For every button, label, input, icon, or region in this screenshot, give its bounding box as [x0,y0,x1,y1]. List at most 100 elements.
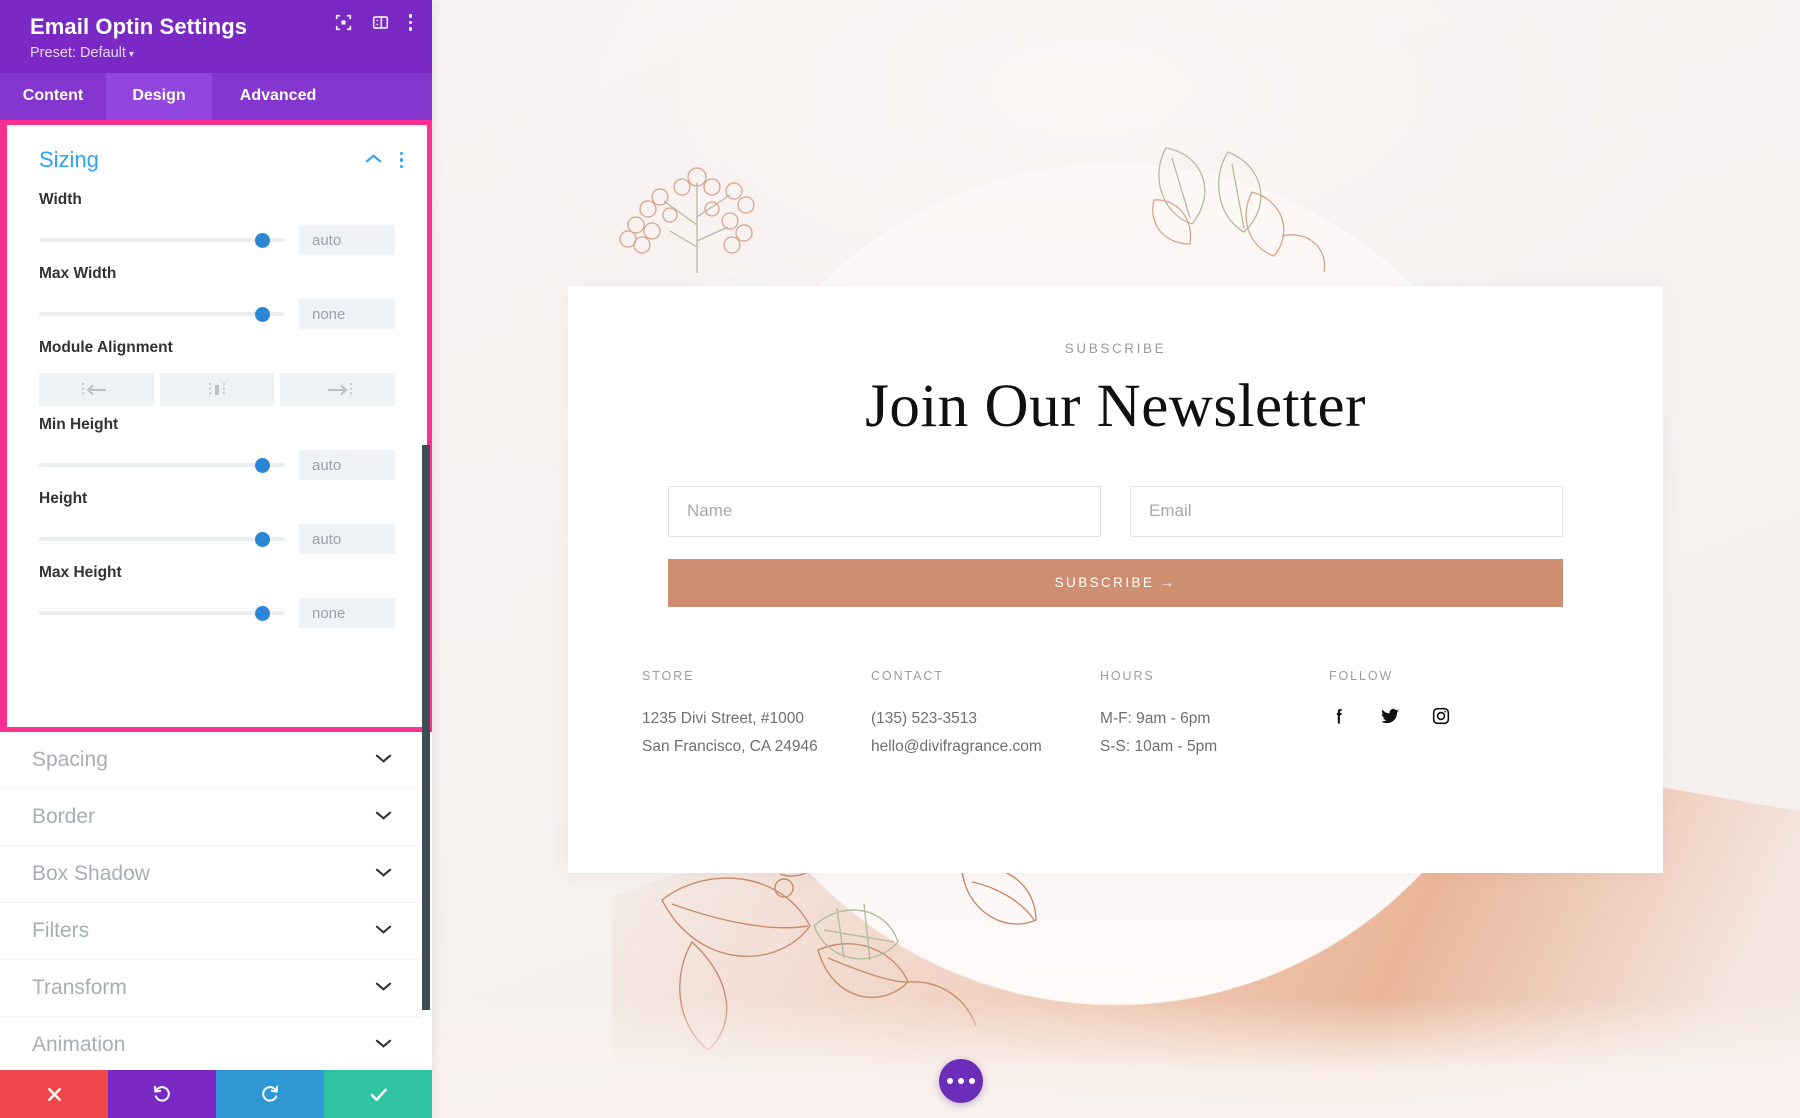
tab-advanced[interactable]: Advanced [212,73,344,120]
max-height-slider[interactable] [39,604,285,622]
section-title: Border [32,805,96,828]
panel-header: Email Optin Settings Preset: Default ▾ [0,0,432,73]
footer-line[interactable]: hello@divifragrance.com [871,733,1100,761]
max-width-slider[interactable] [39,305,285,323]
footer-line: (135) 523-3513 [871,709,977,727]
botanical-leaves-right-icon [1152,147,1326,273]
website-preview-canvas: SUBSCRIBE Join Our Newsletter Name Email… [432,0,1800,1118]
name-input[interactable]: Name [668,485,1101,537]
footer-column-follow: FOLLOW [1329,669,1589,761]
footer-columns: STORE 1235 Divi Street, #1000 San Franci… [642,669,1589,761]
panel-header-icons [335,14,412,31]
three-dots-icon [958,1078,964,1084]
footer-line: San Francisco, CA 24946 [642,738,818,756]
page-settings-fab[interactable] [939,1059,983,1103]
more-options-icon[interactable] [399,151,403,169]
slider-handle[interactable] [255,233,270,248]
control-module-alignment: Module Alignment [7,329,427,406]
optin-eyebrow: SUBSCRIBE [1064,341,1167,356]
footer-column-title: STORE [642,668,695,683]
section-box-shadow[interactable]: Box Shadow [0,846,420,903]
section-spacing[interactable]: Spacing [0,732,420,789]
control-label: Max Width [39,265,117,282]
section-border[interactable]: Border [0,789,420,846]
bottom-light-gradient [432,998,1800,1118]
control-height: Height auto [7,480,427,554]
sizing-section-title: Sizing [39,147,99,172]
height-value-input[interactable]: auto [299,524,395,554]
section-transform[interactable]: Transform [0,960,420,1017]
control-max-height: Max Height none [7,554,427,628]
control-min-height: Min Height auto [7,406,427,480]
focus-target-icon[interactable] [335,14,352,31]
section-animation[interactable]: Animation [0,1017,420,1070]
slider-handle[interactable] [255,307,270,322]
redo-icon [262,1085,279,1102]
footer-line: M-F: 9am - 6pm [1100,709,1211,727]
footer-line: 1235 Divi Street, #1000 [642,709,804,727]
section-filters[interactable]: Filters [0,903,420,960]
save-button[interactable] [324,1070,432,1118]
width-value-input[interactable]: auto [299,225,395,255]
chevron-down-icon [375,922,392,940]
name-input-placeholder: Name [687,501,733,521]
footer-column-title: FOLLOW [1329,668,1394,683]
slider-track [39,463,285,467]
slider-handle[interactable] [255,532,270,547]
cancel-button[interactable] [0,1070,108,1118]
facebook-icon[interactable] [1329,706,1349,726]
sizing-section-header[interactable]: Sizing [7,125,427,181]
twitter-icon[interactable] [1379,705,1401,727]
section-title: Animation [32,1033,126,1056]
tab-design[interactable]: Design [106,73,212,120]
footer-line: S-S: 10am - 5pm [1100,738,1218,756]
tab-content[interactable]: Content [0,73,106,120]
max-height-value-input[interactable]: none [299,598,395,628]
min-height-slider[interactable] [39,456,285,474]
email-input-placeholder: Email [1149,501,1192,521]
max-width-value-input[interactable]: none [299,299,395,329]
chevron-down-icon [375,865,392,883]
chevron-down-icon [375,751,392,769]
redo-button[interactable] [216,1070,324,1118]
slider-handle[interactable] [255,458,270,473]
email-input[interactable]: Email [1130,485,1563,537]
preset-label: Preset: Default [30,45,126,61]
footer-column-contact: CONTACT (135) 523-3513 hello@divifragran… [871,669,1100,761]
align-left-button[interactable] [39,373,154,406]
undo-button[interactable] [108,1070,216,1118]
section-title: Filters [32,919,90,942]
control-label: Width [39,191,82,208]
section-title: Transform [32,976,127,999]
align-center-button[interactable] [159,373,275,406]
chevron-down-icon: ▾ [128,49,134,60]
panel-tabs: Content Design Advanced [0,73,432,120]
slider-handle[interactable] [255,606,270,621]
height-slider[interactable] [39,530,285,548]
email-optin-module[interactable]: SUBSCRIBE Join Our Newsletter Name Email… [568,286,1663,873]
control-label: Max Height [39,564,122,581]
section-title: Spacing [32,748,108,771]
control-label: Module Alignment [39,339,173,356]
three-dots-icon [969,1078,975,1084]
undo-icon [153,1085,170,1102]
footer-column-title: HOURS [1100,668,1155,683]
panel-scrollbar-thumb[interactable] [422,445,430,1010]
footer-column-title: CONTACT [871,668,944,683]
chevron-up-icon[interactable] [365,151,382,169]
layout-panel-icon[interactable] [372,14,389,31]
footer-column-hours: HOURS M-F: 9am - 6pm S-S: 10am - 5pm [1100,669,1329,761]
three-dots-icon [947,1078,953,1084]
preset-selector[interactable]: Preset: Default ▾ [30,45,410,61]
chevron-down-icon [375,979,392,997]
align-right-button[interactable] [280,373,396,406]
width-slider[interactable] [39,231,285,249]
instagram-icon[interactable] [1431,706,1451,726]
chevron-down-icon [375,808,392,826]
optin-form-row: Name Email [668,485,1563,537]
subscribe-button[interactable]: SUBSCRIBE → [668,558,1563,607]
chevron-down-icon [375,1036,392,1054]
more-options-icon[interactable] [408,14,412,31]
min-height-value-input[interactable]: auto [299,450,395,480]
botanical-sprig-left-icon [619,167,755,273]
